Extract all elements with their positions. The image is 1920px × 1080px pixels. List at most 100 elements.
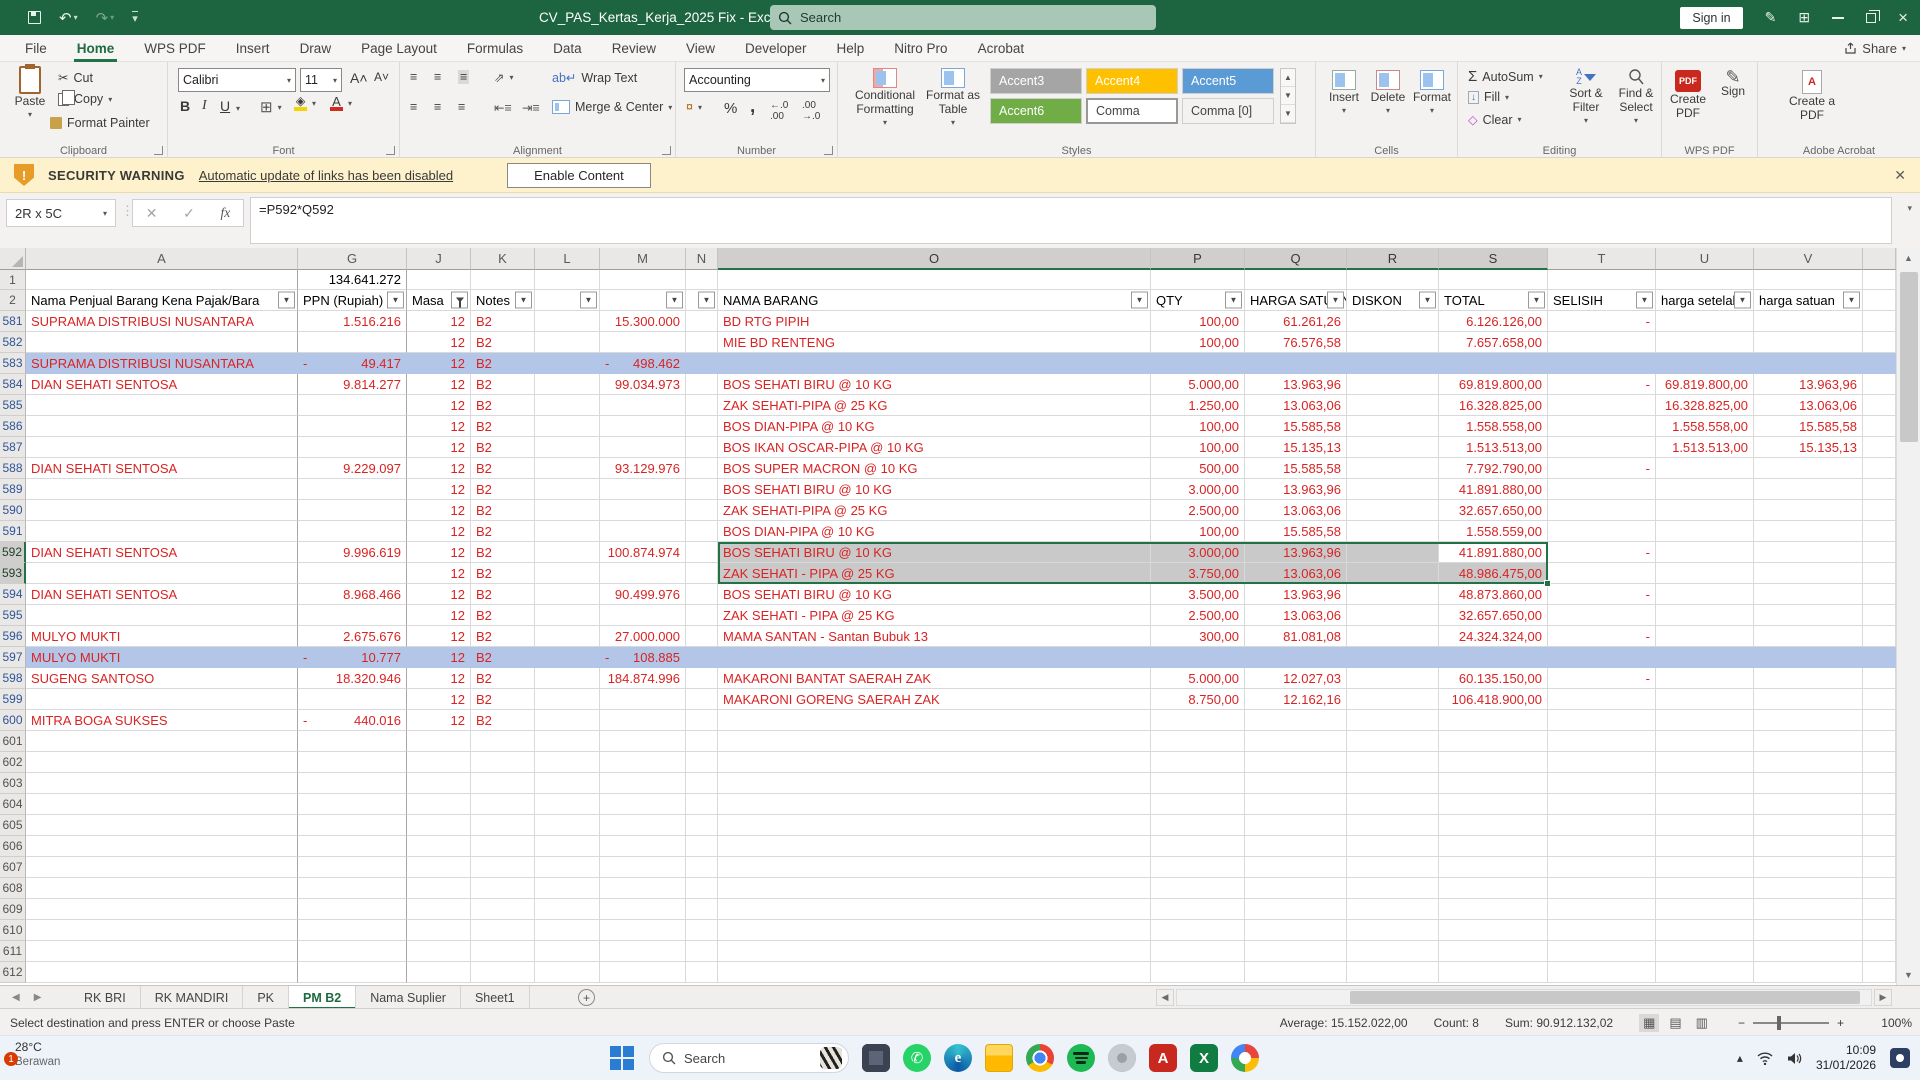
cell-R591[interactable] xyxy=(1347,521,1439,542)
cell-J601[interactable] xyxy=(407,731,471,752)
cell-T610[interactable] xyxy=(1548,920,1656,941)
cell-P605[interactable] xyxy=(1151,815,1245,836)
scroll-up-icon[interactable]: ▲ xyxy=(1897,248,1920,268)
cell-S609[interactable] xyxy=(1439,899,1548,920)
cell-A597[interactable]: MULYO MUKTI xyxy=(26,647,298,668)
ribbon-display-options-icon[interactable]: ⊞ xyxy=(1798,9,1810,26)
name-box[interactable]: 2R x 5C▾ xyxy=(6,199,116,227)
cell-T596[interactable]: - xyxy=(1548,626,1656,647)
cell-L593[interactable] xyxy=(535,563,600,584)
cell-Q612[interactable] xyxy=(1245,962,1347,983)
style-comma[interactable]: Comma xyxy=(1086,98,1178,124)
cell-N603[interactable] xyxy=(686,773,718,794)
cell-N601[interactable] xyxy=(686,731,718,752)
cell-S607[interactable] xyxy=(1439,857,1548,878)
cell-M612[interactable] xyxy=(600,962,686,983)
cell-O610[interactable] xyxy=(718,920,1151,941)
cell-V590[interactable] xyxy=(1754,500,1863,521)
tab-acrobat[interactable]: Acrobat xyxy=(963,35,1040,62)
cell-N610[interactable] xyxy=(686,920,718,941)
cell-V587[interactable]: 15.135,13 xyxy=(1754,437,1863,458)
cell-J590[interactable]: 12 xyxy=(407,500,471,521)
cell-S601[interactable] xyxy=(1439,731,1548,752)
cell-T587[interactable] xyxy=(1548,437,1656,458)
sheet-tab-pm-b2[interactable]: PM B2 xyxy=(289,986,356,1009)
tab-review[interactable]: Review xyxy=(597,35,671,62)
merge-center-button[interactable]: Merge & Center▾ xyxy=(552,100,672,114)
clear-button[interactable]: ◇Clear▾ xyxy=(1468,112,1522,127)
cell-G602[interactable] xyxy=(298,752,407,773)
cell-V583[interactable] xyxy=(1754,353,1863,374)
cell-R1[interactable] xyxy=(1347,270,1439,290)
cell-G596[interactable]: 2.675.676 xyxy=(298,626,407,647)
row-header-581[interactable]: 581 xyxy=(0,311,26,332)
cell-G612[interactable] xyxy=(298,962,407,983)
cell-K606[interactable] xyxy=(471,836,535,857)
column-header-A[interactable]: A xyxy=(26,248,298,270)
cell-J605[interactable] xyxy=(407,815,471,836)
cell-K603[interactable] xyxy=(471,773,535,794)
cell-U589[interactable] xyxy=(1656,479,1754,500)
cell-Q593[interactable]: 13.063,06 xyxy=(1245,563,1347,584)
row-header-600[interactable]: 600 xyxy=(0,710,26,731)
filter-dropdown-icon-M[interactable]: ▼ xyxy=(666,292,683,309)
cell-T584[interactable]: - xyxy=(1548,374,1656,395)
cell-N591[interactable] xyxy=(686,521,718,542)
cell-P587[interactable]: 100,00 xyxy=(1151,437,1245,458)
cell-V588[interactable] xyxy=(1754,458,1863,479)
cell-S606[interactable] xyxy=(1439,836,1548,857)
cell-K598[interactable]: B2 xyxy=(471,668,535,689)
cell-G590[interactable] xyxy=(298,500,407,521)
filter-dropdown-icon-G[interactable]: ▼ xyxy=(387,292,404,309)
cell-K583[interactable]: B2 xyxy=(471,353,535,374)
cell-R603[interactable] xyxy=(1347,773,1439,794)
cell-O603[interactable] xyxy=(718,773,1151,794)
find-select-button[interactable]: Find & Select▾ xyxy=(1612,68,1660,128)
cell-K588[interactable]: B2 xyxy=(471,458,535,479)
cell-G601[interactable] xyxy=(298,731,407,752)
cell-L603[interactable] xyxy=(535,773,600,794)
pen-mode-icon[interactable]: ✎ xyxy=(1765,9,1777,26)
cell-K582[interactable]: B2 xyxy=(471,332,535,353)
cell-M585[interactable] xyxy=(600,395,686,416)
column-header-Q[interactable]: Q xyxy=(1245,248,1347,270)
column-header-T[interactable]: T xyxy=(1548,248,1656,270)
cell-P584[interactable]: 5.000,00 xyxy=(1151,374,1245,395)
style-comma-0-[interactable]: Comma [0] xyxy=(1182,98,1274,124)
tab-developer[interactable]: Developer xyxy=(730,35,822,62)
close-button[interactable]: × xyxy=(1898,8,1908,28)
cell-Q602[interactable] xyxy=(1245,752,1347,773)
minimize-button[interactable] xyxy=(1832,17,1844,19)
cell-P589[interactable]: 3.000,00 xyxy=(1151,479,1245,500)
cell-P591[interactable]: 100,00 xyxy=(1151,521,1245,542)
cell-J603[interactable] xyxy=(407,773,471,794)
cell-J610[interactable] xyxy=(407,920,471,941)
cell-L597[interactable] xyxy=(535,647,600,668)
cell-N584[interactable] xyxy=(686,374,718,395)
cell-N607[interactable] xyxy=(686,857,718,878)
decrease-indent-button[interactable]: ⇤≡ xyxy=(494,100,512,115)
increase-font-button[interactable]: A˄ xyxy=(350,70,368,86)
clock[interactable]: 10:09 31/01/2026 xyxy=(1816,1043,1876,1073)
hscroll-left-icon[interactable]: ◀ xyxy=(1156,989,1174,1006)
cell-M603[interactable] xyxy=(600,773,686,794)
cell-S584[interactable]: 69.819.800,00 xyxy=(1439,374,1548,395)
tab-file[interactable]: File xyxy=(10,35,62,62)
confirm-entry-button[interactable]: ✓ xyxy=(183,205,195,222)
style-accent4[interactable]: Accent4 xyxy=(1086,68,1178,94)
cell-A605[interactable] xyxy=(26,815,298,836)
cell-J611[interactable] xyxy=(407,941,471,962)
cell-V611[interactable] xyxy=(1754,941,1863,962)
cell-V612[interactable] xyxy=(1754,962,1863,983)
cell-T586[interactable] xyxy=(1548,416,1656,437)
cell-M583[interactable]: -498.462 xyxy=(600,353,686,374)
cell-T589[interactable] xyxy=(1548,479,1656,500)
cell-V585[interactable]: 13.063,06 xyxy=(1754,395,1863,416)
align-center-button[interactable]: ≡ xyxy=(434,100,441,114)
cell-Q588[interactable]: 15.585,58 xyxy=(1245,458,1347,479)
cell-U590[interactable] xyxy=(1656,500,1754,521)
cell-N600[interactable] xyxy=(686,710,718,731)
cell-O593[interactable]: ZAK SEHATI - PIPA @ 25 KG xyxy=(718,563,1151,584)
cell-G585[interactable] xyxy=(298,395,407,416)
sheet-tab-sheet1[interactable]: Sheet1 xyxy=(461,986,530,1009)
